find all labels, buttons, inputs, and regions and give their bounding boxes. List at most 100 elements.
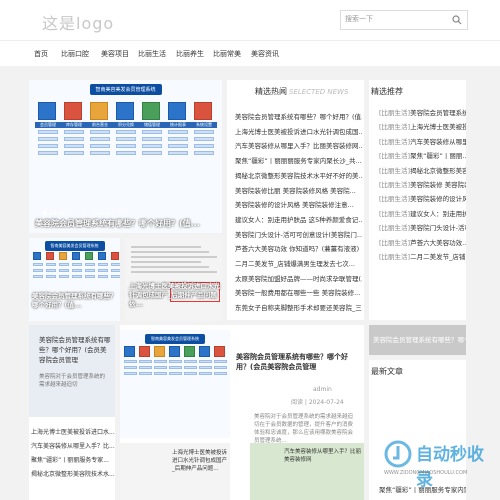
hot-news-item[interactable]: 美容院装修比丽 美容院装修风格 美容院... <box>235 185 362 195</box>
sub-item <box>46 263 56 266</box>
hot-news-item[interactable]: 芦荟六大美容功效 你知道吗？(蒹薑有液液) <box>235 243 362 253</box>
sub-item <box>168 151 188 155</box>
side-list-item[interactable]: [比丽生活]美容院会员管理系统... <box>379 107 466 117</box>
module-label[interactable]: 库存管理 <box>61 122 87 128</box>
sub-item <box>194 151 214 155</box>
mini-right-caption[interactable]: 上海光博士医美被投诉进口水光针调包成国产_后期伸产品问题依... <box>129 282 221 309</box>
row3-left-sub: 美容院对于会员管理系统的需求越来越迫切 <box>39 374 106 388</box>
sub-item <box>214 372 227 375</box>
module-icon <box>124 346 135 357</box>
featured-title[interactable]: 美容院会员管理系统有哪些？哪个好用？(值... <box>35 218 215 229</box>
row3-mid-image[interactable]: 智南美容美发会员管理系统 <box>120 330 230 438</box>
side-list-item[interactable]: [比丽生活]美容院门头设计-活可... <box>379 222 466 232</box>
sub-item <box>199 366 212 369</box>
nav-health[interactable]: 比丽养生 <box>176 49 204 59</box>
search-box[interactable]: 搜索一下 <box>340 10 468 30</box>
row3-mid-title[interactable]: 美容院会员管理系统有哪些？哪个好用？(会员美容院会员管理 <box>236 352 360 372</box>
hot-news-title: 精选热闻 SELECTED NEWS <box>255 86 348 97</box>
search-button[interactable] <box>447 11 467 29</box>
module-label[interactable]: 会员管理 <box>35 122 61 128</box>
nav-beauty[interactable]: 比丽常美 <box>213 49 241 59</box>
hot-news-item[interactable]: 太原美容院加盟好品牌——时尚求孕联管理(... <box>235 273 362 283</box>
side-item-tag: [比丽生活] <box>379 109 411 117</box>
hot-news-item[interactable]: 建议女人：别走用护肤品 这5种养颜爱食记... <box>235 214 362 224</box>
left-list-item[interactable]: 汽车美容装修从哪里入手？比... <box>31 441 115 450</box>
sub-item <box>85 263 95 266</box>
side-recommend-panel: 精选推荐 [比丽生活]美容院会员管理系统...[比丽生活]上海光博士医美被投..… <box>369 80 466 320</box>
hot-news-item[interactable]: 揭秘北京微整形美容院技术水平好不好的美... <box>235 170 362 180</box>
side-list-item[interactable]: [比丽生活]上海光博士医美被投... <box>379 121 466 131</box>
mini-system-title: 智南美容美发会员管理系统 <box>44 241 105 251</box>
nav-life[interactable]: 比丽生活 <box>138 49 166 59</box>
sub-item <box>139 372 152 375</box>
mini-card-right[interactable]: 上海光博士医美被投诉进口水光针调包成国产_后期伸产品问题依... <box>125 238 222 321</box>
left-list-item[interactable]: 揭秘北京微整形美容院技术水... <box>31 469 115 478</box>
row3-left-image[interactable]: 美容院会员管理系统有哪些？哪个好用？(会员美容院会员管理 美容院对于会员管理系统… <box>29 325 115 417</box>
left-list-item[interactable]: 上海光博士医美被投诉进口水... <box>31 427 115 436</box>
hot-news-panel: 精选热闻 SELECTED NEWS 美容院会员管理系统有哪些？哪个好用？(值..… <box>227 80 364 320</box>
module-label[interactable]: 统计报表 <box>165 122 191 128</box>
row3-bottom-a[interactable]: 上海光博士医美被投诉进口水光针调包成国产_后期伸产品问题... <box>120 443 230 500</box>
sub-item <box>33 263 43 266</box>
side-list-item[interactable]: [比丽生活]揭秘北京微整形美容... <box>379 165 466 175</box>
hot-news-item[interactable]: 上海光博士医美被投诉进口水光针调包成国... <box>235 126 362 136</box>
sub-item <box>64 130 84 134</box>
nav-oral[interactable]: 比丽口腔 <box>61 49 89 59</box>
site-logo[interactable]: 这是logo <box>42 10 114 34</box>
hot-news-item[interactable]: 东莞女子自称夹脚整形手术却要还美容院_三... <box>235 302 362 312</box>
hot-news-item[interactable]: 二月二美发节_店铺爆满男生理发去七次... <box>235 258 362 268</box>
mini-left-caption[interactable]: 美容院会员管理系统有哪些？哪个好用？(值... <box>32 292 120 310</box>
sub-item <box>64 137 84 141</box>
left-list-item[interactable]: 聚焦“疆彩”丨丽丽服务专家... <box>31 455 115 464</box>
side-list-item[interactable]: [比丽生活]建议女人：别走用护... <box>379 208 466 218</box>
hot-news-item[interactable]: 美容院门头设计-活可可创意设计(美容院门... <box>235 229 362 239</box>
mid-system-title: 智南美容美发会员管理系统 <box>145 334 205 344</box>
sub-item <box>214 360 227 363</box>
doc-line <box>131 256 217 258</box>
mid-author-name: admin <box>313 386 332 393</box>
nav-beauty-projects[interactable]: 美容项目 <box>101 49 129 59</box>
side-list-item[interactable]: [比丽生活]汽车美容装修从哪里... <box>379 136 466 146</box>
row3-bottom-b[interactable]: 汽车美容装修从哪里入手？比丽美容装修网 <box>250 443 364 500</box>
sub-item <box>154 366 167 369</box>
module-icon <box>199 346 210 357</box>
side-banner[interactable]: 美容院会员管理系统有哪些？哪个... <box>369 325 466 355</box>
side-item-text: 美容院装修的设计风格... <box>410 195 466 204</box>
sub-item <box>154 360 167 363</box>
sub-item <box>90 137 110 141</box>
sub-item <box>124 366 137 369</box>
side-list-item[interactable]: [比丽生活]美容院装修 美容院装... <box>379 179 466 189</box>
hot-news-item[interactable]: 聚焦“疆彩”丨丽丽丽服务专家内聚长沙_共... <box>235 155 362 165</box>
sub-item <box>38 137 58 141</box>
module-label[interactable]: 储值管理 <box>139 122 165 128</box>
hot-news-item[interactable]: 美容院会员管理系统有哪些？哪个好用？(值... <box>235 111 362 121</box>
search-input[interactable]: 搜索一下 <box>345 14 373 24</box>
side-item-tag: [比丽生活] <box>379 209 411 218</box>
side-list-item[interactable]: [比丽生活]芦荟六大美容功效... <box>379 237 466 247</box>
doc-line <box>131 266 209 268</box>
side-list-item[interactable]: [比丽生活]美容院装修的设计风格... <box>379 193 466 203</box>
mini-card-left[interactable]: 智南美容美发会员管理系统 美容院会员管理系统有哪些？哪个好用？(值... <box>29 238 120 321</box>
nav-news[interactable]: 美容资讯 <box>251 49 279 59</box>
side-list-item[interactable]: [比丽生活]聚焦“疆彩”丨丽丽... <box>379 150 466 160</box>
sub-item <box>38 130 58 134</box>
side-item-text: 聚焦“疆彩”丨丽丽... <box>410 152 466 161</box>
hot-news-item[interactable]: 汽车美容装修从哪里入手？比丽美容装修网... <box>235 140 362 150</box>
sub-item <box>124 360 137 363</box>
module-label[interactable]: 系统设置 <box>191 122 217 128</box>
nav-home[interactable]: 首页 <box>34 49 48 59</box>
side-list-item[interactable]: [比丽生活]二月二美发节_店铺... <box>379 251 466 261</box>
module-icon <box>46 252 54 260</box>
sub-item <box>168 137 188 141</box>
side-item-text: 上海光博士医美被投... <box>410 123 466 132</box>
module-label[interactable]: 前台营业 <box>87 122 113 128</box>
hot-news-item[interactable]: 美容院一般费用都在哪些一些 美容院装修... <box>235 287 362 297</box>
sub-item <box>116 144 136 148</box>
sub-item <box>169 372 182 375</box>
hot-news-item[interactable]: 美容院装修的设计风格 美容院装修注意... <box>235 199 362 209</box>
sub-item <box>116 137 136 141</box>
hot-title-en: SELECTED NEWS <box>289 88 349 96</box>
module-label[interactable]: 积分兑换 <box>113 122 139 128</box>
side-item-tag: [比丽生活] <box>379 238 411 247</box>
sub-item <box>98 275 108 278</box>
